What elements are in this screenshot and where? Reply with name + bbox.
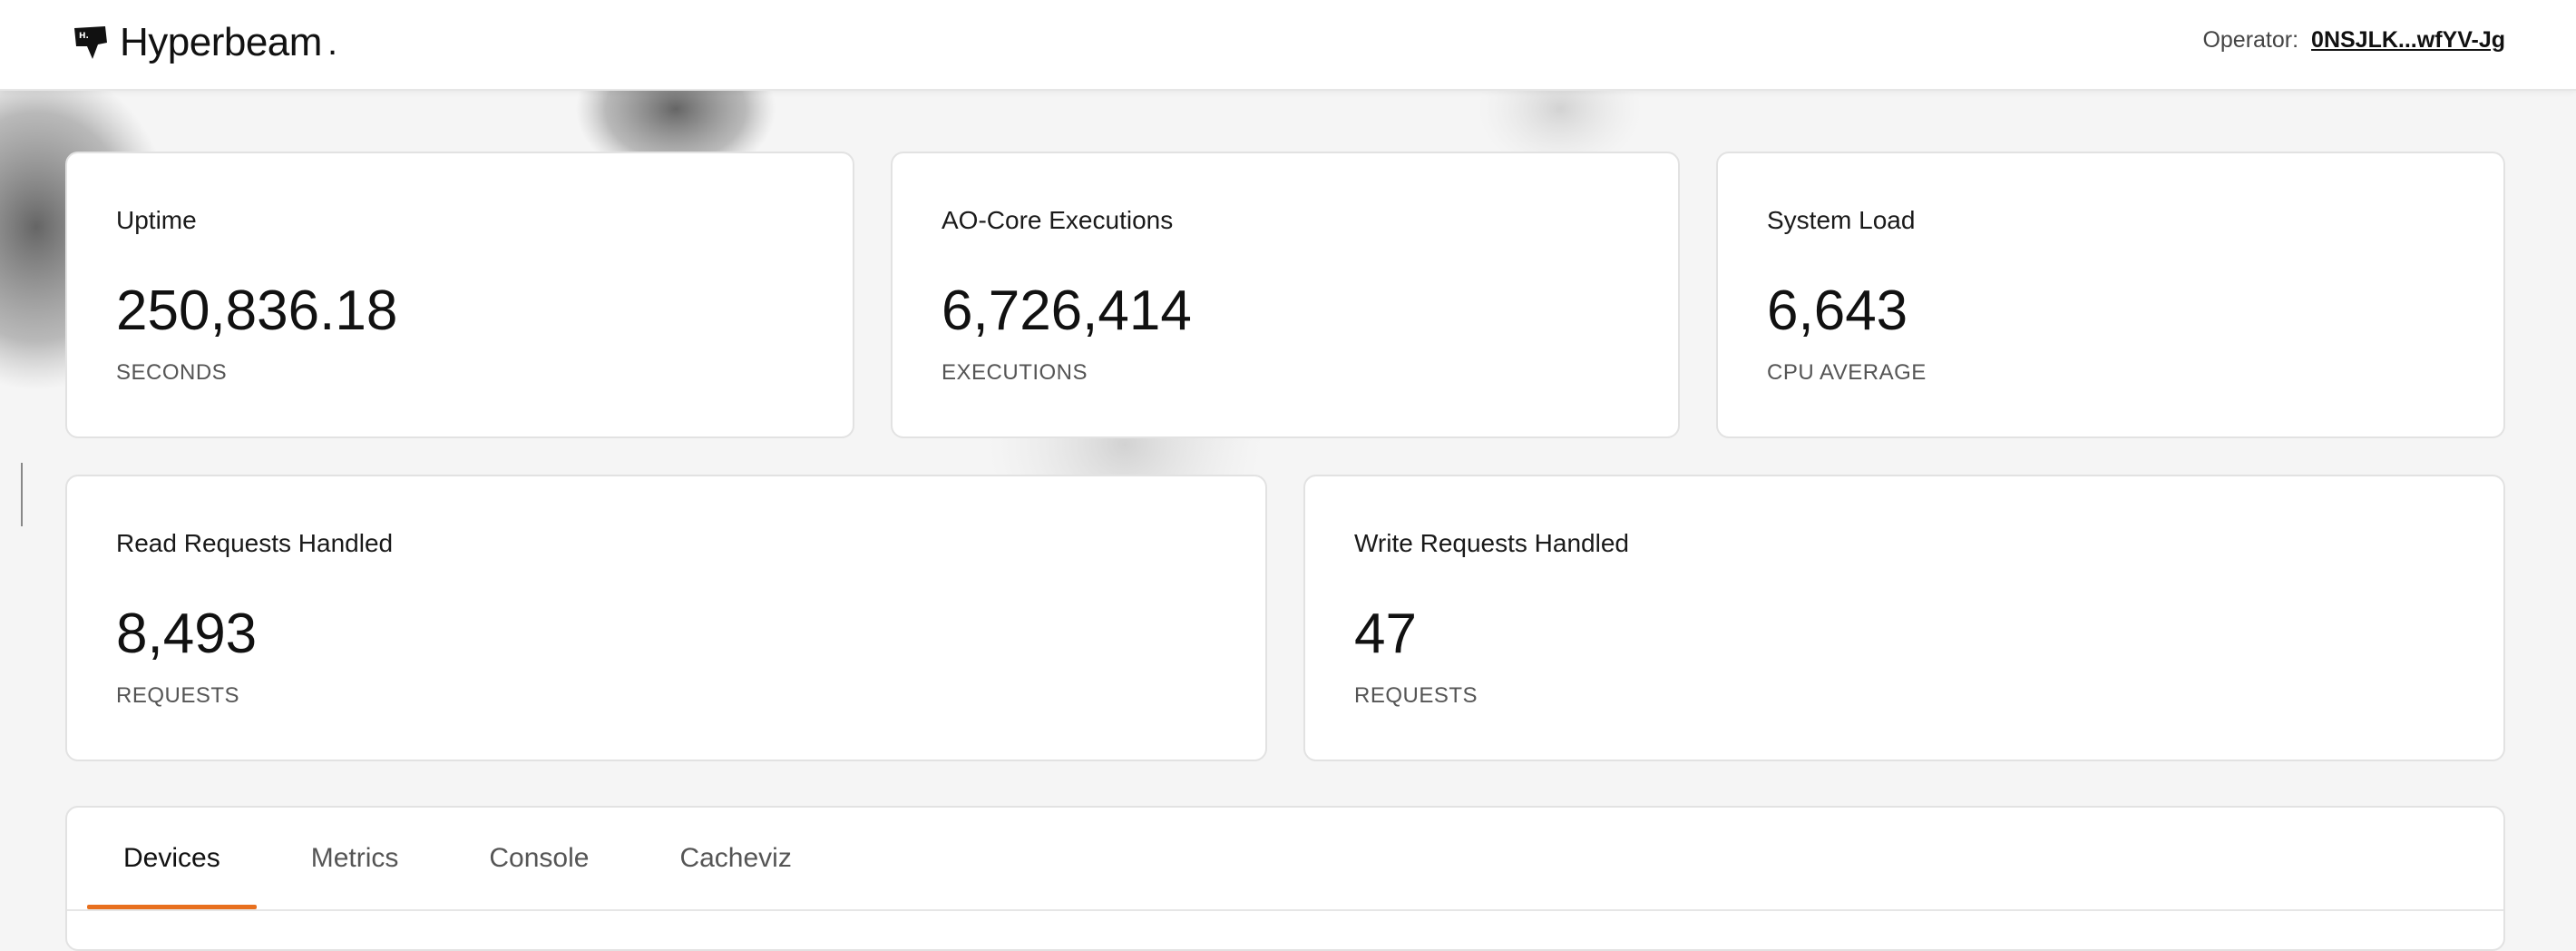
brand[interactable]: H. Hyperbeam . (71, 20, 337, 65)
stat-card-read-requests: Read Requests Handled 8,493 REQUESTS (65, 475, 1267, 761)
brand-name: Hyperbeam (120, 20, 322, 64)
stat-card-write-requests: Write Requests Handled 47 REQUESTS (1303, 475, 2505, 761)
stat-unit: CPU AVERAGE (1767, 360, 1927, 385)
brand-dot: . (327, 22, 338, 63)
stat-card-uptime: Uptime 250,836.18 SECONDS (65, 152, 854, 438)
stat-title: System Load (1767, 206, 1916, 234)
hyperbeam-flag-icon: H. (74, 26, 107, 59)
stat-title: Write Requests Handled (1354, 529, 1629, 557)
tab-metrics[interactable]: Metrics (275, 808, 435, 909)
stat-value: 47 (1354, 603, 1417, 665)
stat-value: 6,726,414 (942, 279, 1192, 342)
tabs-panel: Devices Metrics Console Cacheviz (65, 806, 2505, 951)
stat-value: 8,493 (116, 603, 258, 665)
stat-title: AO-Core Executions (942, 206, 1174, 234)
stat-title: Uptime (116, 206, 197, 234)
stat-unit: REQUESTS (1354, 683, 1478, 708)
stat-unit: EXECUTIONS (942, 360, 1088, 385)
operator-label: Operator: (2202, 27, 2299, 53)
operator-address-link[interactable]: 0NSJLK...wfYV-Jg (2311, 27, 2505, 54)
tab-divider (67, 909, 2503, 911)
stat-value: 6,643 (1767, 279, 1908, 342)
stat-unit: REQUESTS (116, 683, 240, 708)
stat-unit: SECONDS (116, 360, 228, 385)
top-header: H. Hyperbeam . Operator: 0NSJLK...wfYV-J… (0, 0, 2576, 91)
stat-value: 250,836.18 (116, 279, 398, 342)
tab-bar: Devices Metrics Console Cacheviz (87, 808, 846, 909)
stat-title: Read Requests Handled (116, 529, 394, 557)
tab-cacheviz[interactable]: Cacheviz (643, 808, 827, 909)
tab-devices[interactable]: Devices (87, 808, 257, 909)
stat-card-system-load: System Load 6,643 CPU AVERAGE (1716, 152, 2505, 438)
stat-card-ao-core-executions: AO-Core Executions 6,726,414 EXECUTIONS (891, 152, 1680, 438)
tab-console[interactable]: Console (453, 808, 625, 909)
operator-info: Operator: 0NSJLK...wfYV-Jg (2202, 27, 2505, 54)
svg-text:H.: H. (79, 32, 89, 41)
